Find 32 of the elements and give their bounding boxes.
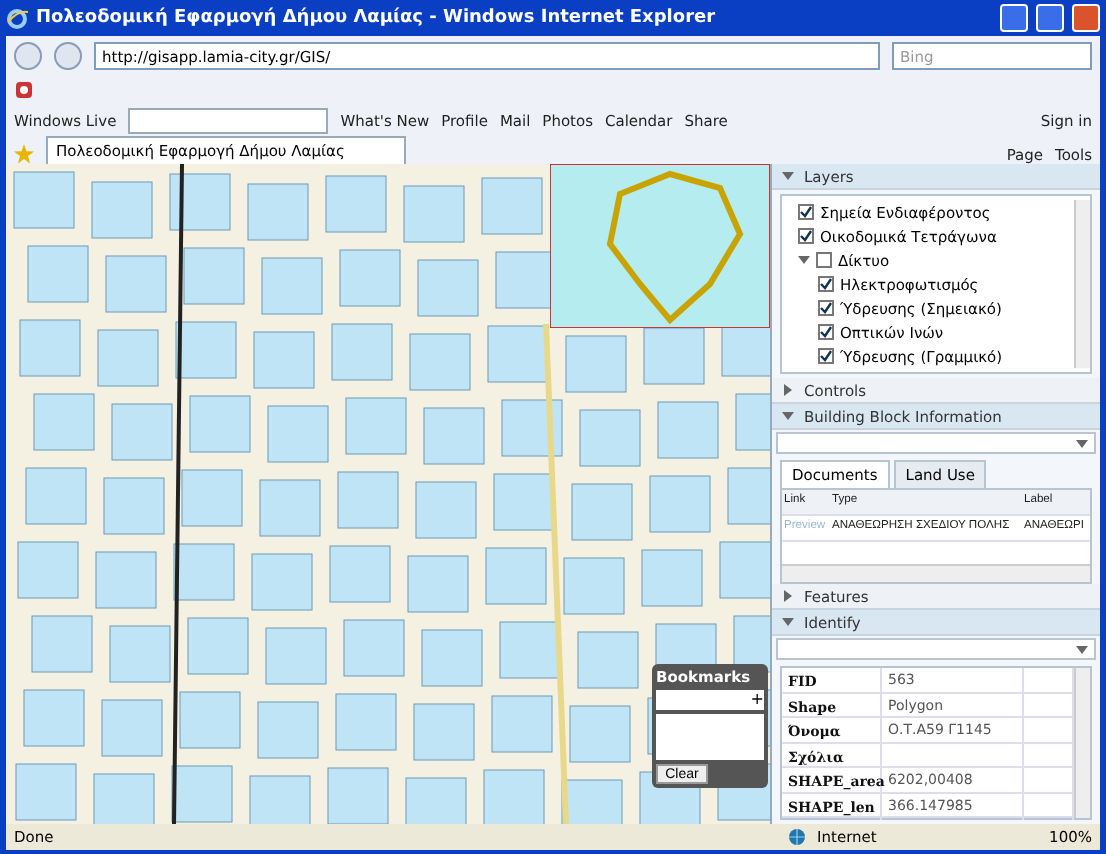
checkbox[interactable] — [798, 228, 814, 244]
checkbox[interactable] — [818, 324, 834, 340]
checkbox[interactable] — [818, 348, 834, 364]
checkbox[interactable] — [798, 204, 814, 220]
bookmark-field[interactable]: + — [656, 690, 764, 710]
add-button[interactable]: + — [750, 690, 764, 710]
minimize-button[interactable] — [1000, 4, 1028, 32]
forward-button[interactable] — [54, 42, 82, 70]
checkbox[interactable] — [816, 252, 832, 268]
star-icon[interactable] — [14, 144, 34, 164]
scrollbar[interactable] — [782, 564, 1090, 582]
bookmark-list — [656, 714, 764, 760]
caret-icon — [1076, 643, 1088, 655]
feeds-icon[interactable] — [14, 80, 34, 100]
expand-icon[interactable] — [782, 384, 794, 396]
checkbox[interactable] — [818, 276, 834, 292]
collapse-icon[interactable] — [782, 170, 794, 182]
close-button[interactable] — [1072, 4, 1100, 32]
collapse-icon[interactable] — [782, 410, 794, 422]
collapse-icon[interactable] — [782, 616, 794, 628]
browser-icon — [6, 7, 28, 29]
live-search-field[interactable] — [128, 107, 329, 133]
back-button[interactable] — [14, 42, 42, 70]
maximize-button[interactable] — [1036, 4, 1064, 32]
window-title: Πολεοδομική Εφαρμογή Δήμου Λαμίας - Windows Internet Explorer — [36, 8, 718, 28]
scrollbar[interactable] — [1074, 668, 1090, 818]
globe-icon — [787, 828, 806, 846]
checkbox[interactable] — [818, 300, 834, 316]
expand-icon[interactable] — [782, 590, 794, 602]
expander-icon[interactable] — [798, 254, 810, 266]
caret-icon — [1076, 437, 1088, 449]
scrollbar[interactable] — [1074, 200, 1090, 368]
